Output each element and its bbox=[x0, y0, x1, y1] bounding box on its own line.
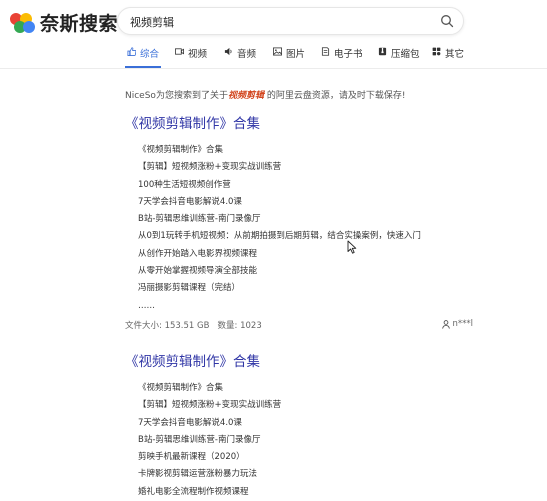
tab-all[interactable]: 综合 bbox=[124, 46, 162, 68]
tab-label: 音频 bbox=[237, 49, 257, 60]
other-icon bbox=[432, 47, 441, 56]
list-item: 卡牌影视剪辑运营涨粉暴力玩法 bbox=[138, 469, 258, 480]
list-item: 7天学会抖音电影解说4.0课 bbox=[138, 417, 242, 428]
notice-keyword: 视频剪辑 bbox=[227, 91, 264, 101]
brand-name: 奈斯搜索 bbox=[40, 13, 119, 35]
result-card: 《视频剪辑制作》合集 《视频剪辑制作》合集 【剪辑】短视频涨粉+变现实战训练营 … bbox=[125, 112, 485, 331]
tab-label: 综合 bbox=[140, 49, 160, 60]
tab-video[interactable]: 视频 bbox=[175, 46, 207, 68]
logo-mark-icon bbox=[10, 12, 36, 33]
tab-label: 压缩包 bbox=[391, 49, 420, 60]
archive-icon bbox=[378, 47, 387, 56]
tab-other[interactable]: 其它 bbox=[432, 46, 464, 68]
file-size: 文件大小: 153.51 GB bbox=[125, 321, 210, 331]
result-meta: 文件大小: 153.51 GB 数量: 1023 n***l bbox=[125, 319, 473, 331]
category-tabs: 综合 视频 音频 图片 电子书 压缩包 其它 bbox=[0, 38, 547, 69]
result-title-link[interactable]: 《视频剪辑制作》合集 bbox=[125, 112, 485, 132]
tab-label: 电子书 bbox=[334, 49, 363, 60]
search-input[interactable] bbox=[128, 12, 432, 32]
audio-icon bbox=[224, 47, 232, 56]
result-file-list: 《视频剪辑制作》合集 【剪辑】短视频涨粉+变现实战训练营 7天学会抖音电影解说4… bbox=[125, 380, 485, 501]
list-item: 婚礼电影全流程制作视频课程 bbox=[138, 486, 249, 497]
list-item: 《视频剪辑制作》合集 bbox=[138, 383, 224, 393]
video-icon bbox=[175, 48, 184, 55]
list-item: 冯丽摄影剪辑课程（完结） bbox=[138, 283, 241, 294]
tab-audio[interactable]: 音频 bbox=[224, 46, 256, 68]
list-item: 剪映手机最新课程（2020） bbox=[138, 452, 245, 463]
list-item: B站-剪辑思维训练营-南门录像厅 bbox=[138, 434, 261, 445]
tab-label: 其它 bbox=[445, 49, 465, 60]
list-item: 从零开始掌握视频导演全部技能 bbox=[138, 266, 258, 277]
list-item: …… bbox=[138, 300, 155, 311]
list-item: 从0到1玩转手机短视频：从前期拍摄到后期剪辑，结合实操案例，快速入门 bbox=[138, 231, 421, 242]
file-count: 数量: 1023 bbox=[217, 321, 262, 331]
search-icon[interactable] bbox=[440, 14, 454, 28]
book-icon bbox=[321, 47, 330, 56]
owner: n***l bbox=[441, 319, 474, 329]
user-icon bbox=[441, 319, 450, 329]
list-item: 从创作开始踏入电影界视频课程 bbox=[138, 248, 258, 259]
result-title-link[interactable]: 《视频剪辑制作》合集 bbox=[125, 350, 485, 370]
search-box[interactable] bbox=[117, 7, 464, 35]
tab-archive[interactable]: 压缩包 bbox=[378, 46, 420, 68]
list-item: B站-剪辑思维训练营-南门录像厅 bbox=[138, 214, 261, 225]
tab-image[interactable]: 图片 bbox=[273, 46, 305, 68]
list-item: 7天学会抖音电影解说4.0课 bbox=[138, 196, 242, 207]
notice-prefix: NiceSo为您搜索到了关于 bbox=[125, 91, 228, 101]
owner-name: n***l bbox=[452, 319, 474, 329]
list-item: 《视频剪辑制作》合集 bbox=[138, 145, 224, 155]
notice-suffix: 的阿里云盘资源，请及时下载保存! bbox=[266, 91, 406, 101]
like-icon bbox=[127, 47, 136, 56]
list-item: 100种生活短视频创作营 bbox=[138, 179, 231, 190]
result-file-list: 《视频剪辑制作》合集 【剪辑】短视频涨粉+变现实战训练营 100种生活短视频创作… bbox=[125, 142, 485, 315]
tab-label: 图片 bbox=[286, 49, 306, 60]
logo[interactable]: 奈斯搜索 bbox=[10, 9, 118, 36]
tab-label: 视频 bbox=[188, 49, 208, 60]
header: 奈斯搜索 bbox=[0, 0, 547, 38]
list-item: 【剪辑】短视频涨粉+变现实战训练营 bbox=[138, 400, 282, 411]
tab-ebook[interactable]: 电子书 bbox=[321, 46, 363, 68]
list-item: 【剪辑】短视频涨粉+变现实战训练营 bbox=[138, 162, 282, 173]
search-notice: NiceSo为您搜索到了关于视频剪辑 的阿里云盘资源，请及时下载保存! bbox=[125, 88, 405, 101]
result-card: 《视频剪辑制作》合集 《视频剪辑制作》合集 【剪辑】短视频涨粉+变现实战训练营 … bbox=[125, 350, 485, 501]
image-icon bbox=[273, 47, 282, 56]
mouse-cursor-icon bbox=[347, 240, 357, 254]
